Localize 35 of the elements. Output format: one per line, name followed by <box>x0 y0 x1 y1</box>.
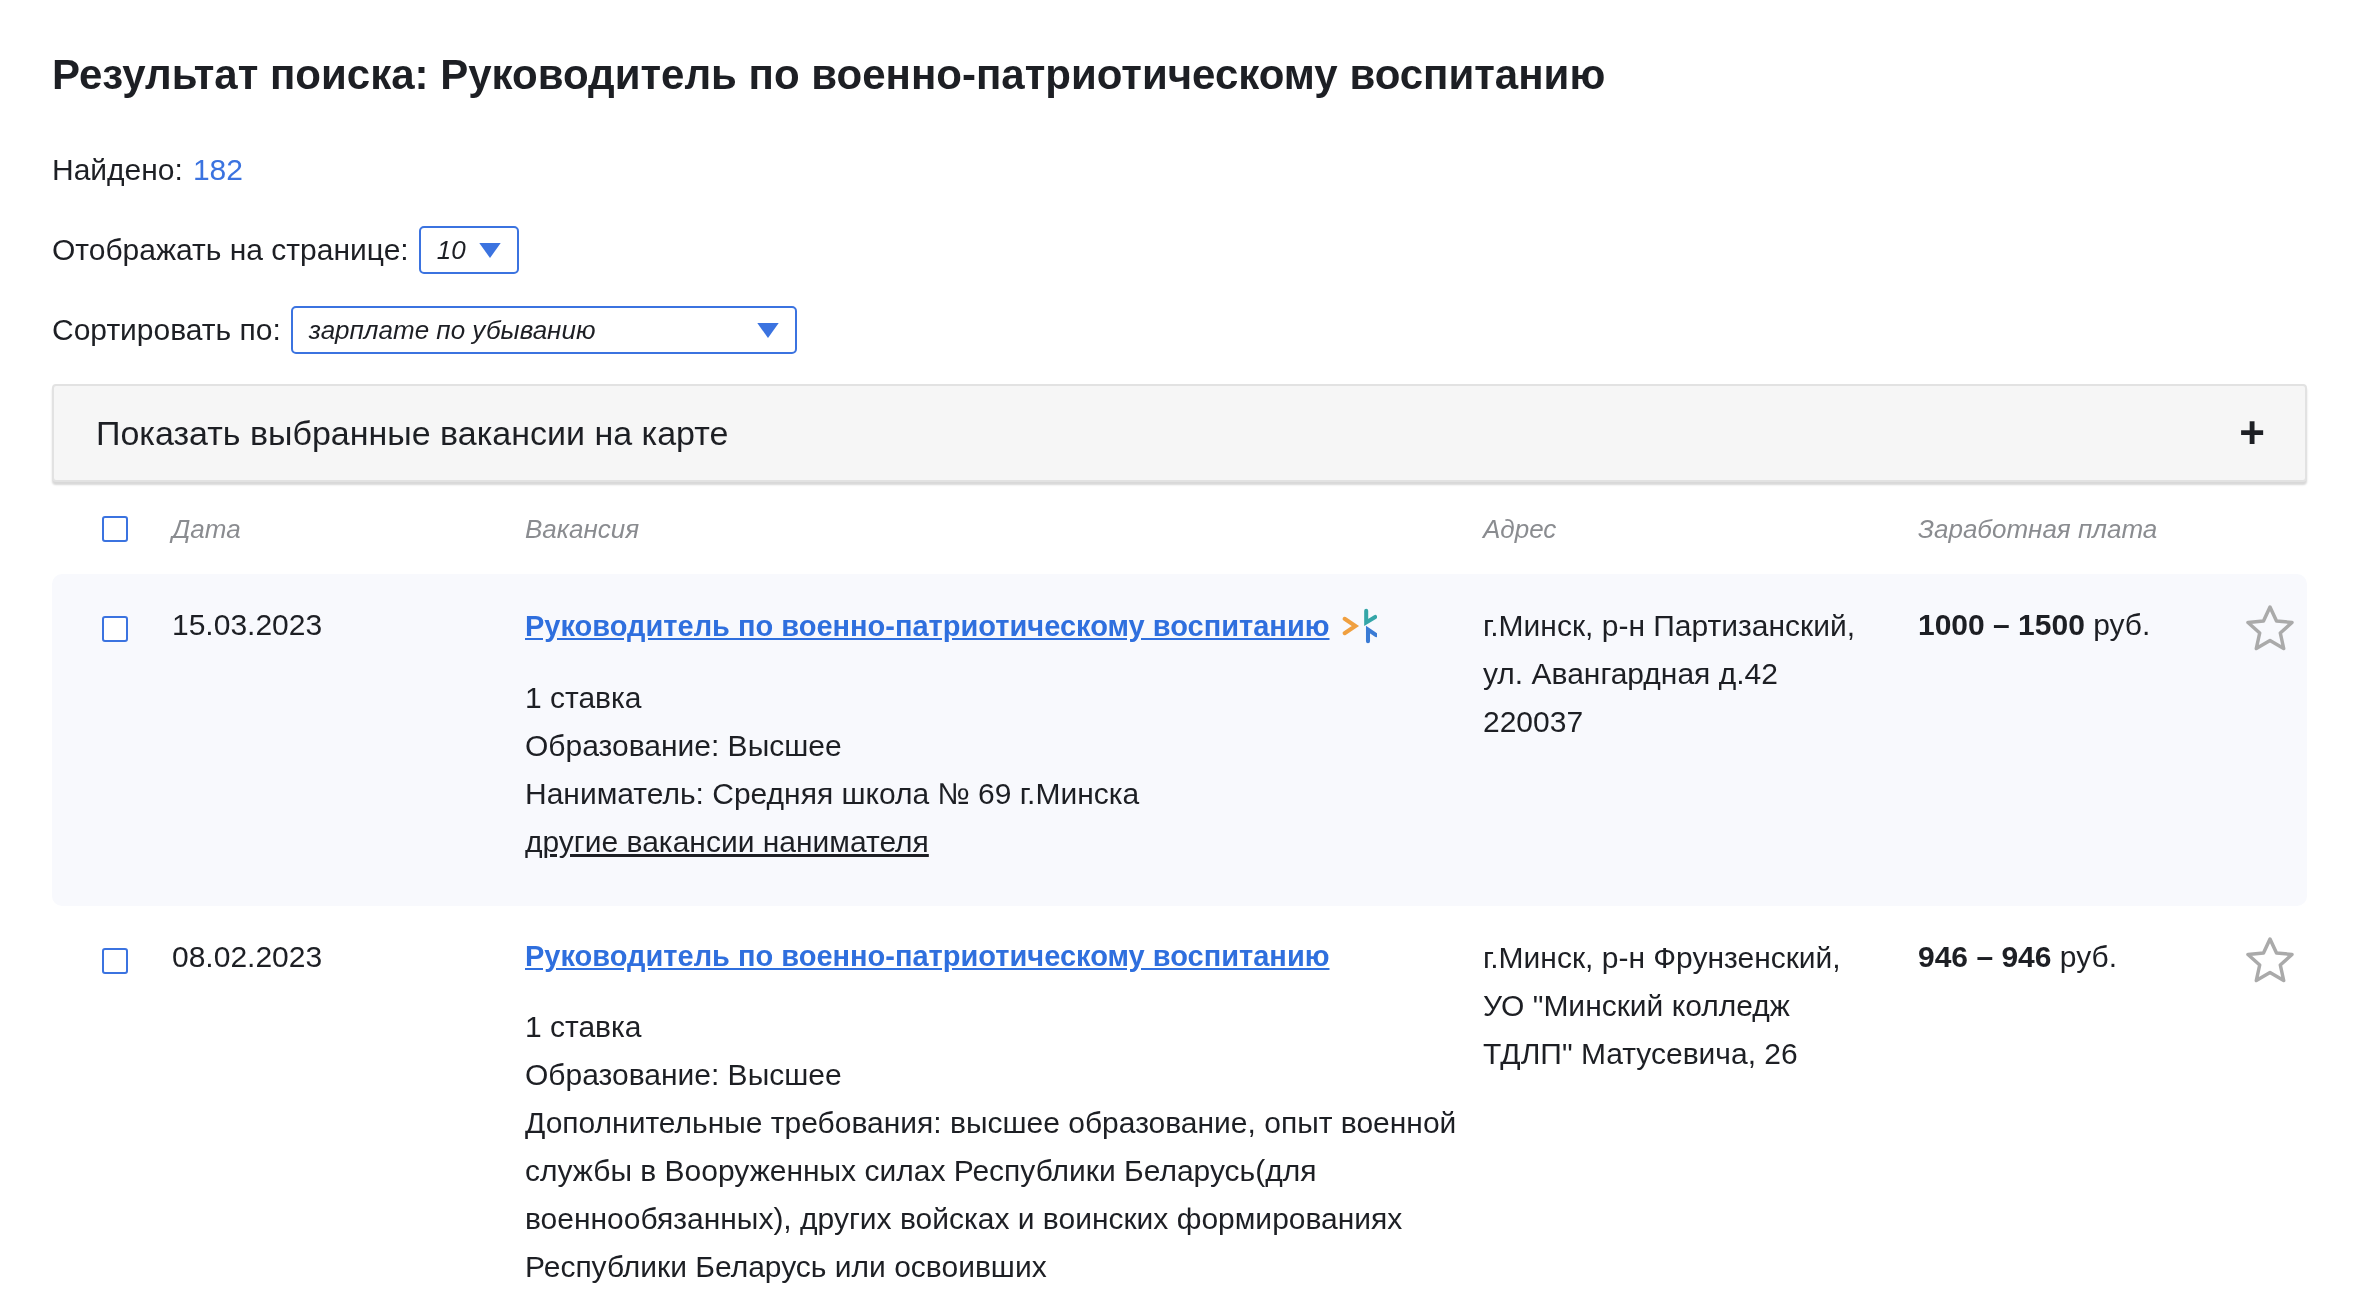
page-title: Результат поиска: Руководитель по военно-патриотическому воспитанию <box>52 50 1607 100</box>
address-text: г.Минск, р-н Фрунзенский, УО "Минский колледж ТДЛП" Матусевича, 26 <box>1483 940 1842 1072</box>
per-page-label: Отображать на странице: <box>52 233 409 267</box>
row-checkbox[interactable] <box>102 616 128 642</box>
row-checkbox[interactable] <box>102 948 128 974</box>
date-cell-text: 15.03.2023 <box>172 608 324 642</box>
sort-label: Сортировать по: <box>52 313 281 347</box>
vacancy-link[interactable]: Руководитель по военно-патриотическому воспитанию <box>525 609 1330 643</box>
salary-text: 1000 – 1500 руб. <box>1918 608 2152 642</box>
vacancy-detail: Дополнительные требования: высшее образование, опыт военной службы в Вооруженных силах Республики Беларусь(для военнообязанных), других войсках и воинских формированиях Республики Беларусь или освоивших <box>525 1105 1458 1285</box>
vacancy-detail: Образование: Высшее <box>525 1057 843 1093</box>
map-panel-label: Показать выбранные вакансии на карте <box>96 413 729 453</box>
employer-link[interactable]: другие вакансии нанимателя <box>525 825 929 858</box>
vacancy-detail: 1 ставка <box>525 680 643 716</box>
dropdown-caret-icon <box>478 242 501 258</box>
star-icon[interactable] <box>2245 936 2295 984</box>
sort-select[interactable]: зарплате по убыванию <box>290 306 797 354</box>
column-header: Заработная плата <box>1918 513 2159 545</box>
found-count: 182 <box>192 153 243 187</box>
column-header: Вакансия <box>525 513 641 545</box>
vacancy-detail: 1 ставка <box>525 1009 643 1045</box>
per-page-select[interactable]: 10 <box>418 226 519 274</box>
address-text: г.Минск, р-н Партизанский, ул. Авангардная д.42 220037 <box>1483 608 1857 740</box>
date-cell-text: 08.02.2023 <box>172 940 324 974</box>
star-icon[interactable] <box>2245 604 2295 652</box>
select-all-checkbox[interactable] <box>102 516 128 542</box>
dropdown-caret-icon <box>756 322 779 338</box>
vacancy-detail: Образование: Высшее <box>525 728 843 764</box>
salary-text: 946 – 946 руб. <box>1918 940 2118 974</box>
vacancy-detail: Наниматель: Средняя школа № 69 г.Минска <box>525 776 1141 812</box>
found-label: Найдено: <box>52 153 183 187</box>
column-header: Адрес <box>1483 513 1558 545</box>
vacancy-link[interactable]: Руководитель по военно-патриотическому воспитанию <box>525 940 1330 973</box>
map-panel[interactable]: Показать выбранные вакансии на карте + <box>52 384 2307 482</box>
expand-toggle[interactable]: + <box>2239 408 2265 458</box>
